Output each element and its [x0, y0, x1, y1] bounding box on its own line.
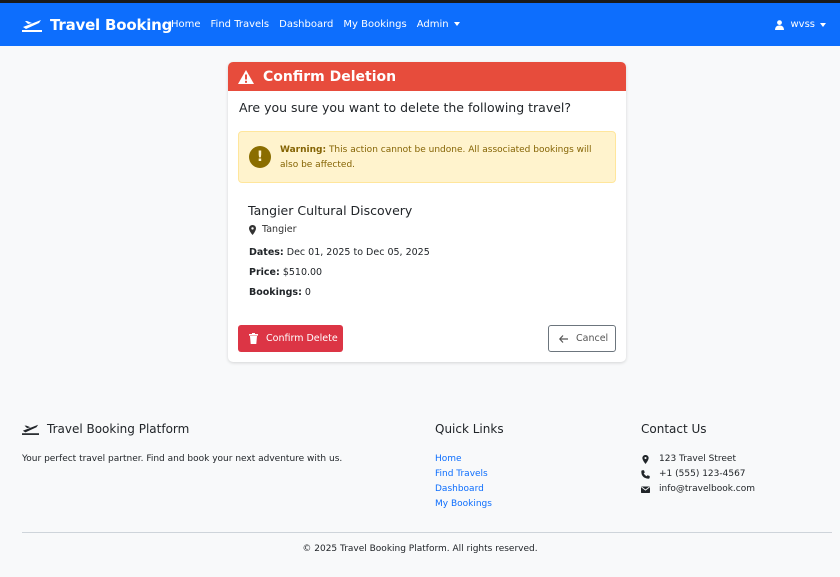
card-title: Confirm Deletion: [263, 68, 397, 85]
user-icon: [775, 19, 785, 30]
nav-find-travels[interactable]: Find Travels: [211, 19, 270, 30]
quick-links-title: Quick Links: [435, 422, 504, 436]
travel-price: Price: $510.00: [249, 267, 322, 278]
travel-location: Tangier: [249, 224, 297, 235]
footer-description: Your perfect travel partner. Find and bo…: [22, 454, 343, 464]
navbar-brand[interactable]: Travel Booking: [22, 3, 172, 46]
bookings-label: Bookings:: [249, 287, 302, 298]
price-value: $510.00: [282, 267, 323, 278]
nav-my-bookings[interactable]: My Bookings: [343, 19, 406, 30]
contact-address: 123 Travel Street: [641, 454, 736, 464]
confirm-deletion-card: Confirm Deletion Are you sure you want t…: [228, 62, 626, 362]
card-header: Confirm Deletion: [228, 62, 626, 91]
footer-link-home[interactable]: Home: [435, 454, 462, 464]
nav-home[interactable]: Home: [171, 19, 201, 30]
footer-link-my-bookings[interactable]: My Bookings: [435, 499, 492, 509]
confirm-delete-label: Confirm Delete: [266, 333, 338, 344]
confirm-delete-button[interactable]: Confirm Delete: [238, 325, 343, 352]
phone-icon: [641, 469, 650, 479]
warning-text: This action cannot be undone. All associ…: [280, 145, 592, 170]
dates-label: Dates:: [249, 247, 284, 258]
email-text: info@travelbook.com: [659, 484, 756, 494]
travel-bookings: Bookings: 0: [249, 287, 311, 298]
trash-icon: [249, 333, 258, 344]
nav-admin-label: Admin: [416, 19, 449, 30]
warning-label: Warning:: [280, 145, 327, 155]
footer-link-find-travels[interactable]: Find Travels: [435, 469, 488, 479]
price-label: Price:: [249, 267, 280, 278]
map-marker-icon: [249, 224, 256, 235]
cancel-label: Cancel: [576, 333, 609, 344]
warning-message: Warning: This action cannot be undone. A…: [280, 143, 610, 173]
location-text: Tangier: [262, 224, 297, 235]
envelope-icon: [641, 486, 650, 493]
nav-links: Home Find Travels Dashboard My Bookings …: [171, 3, 470, 46]
contact-phone: +1 (555) 123-4567: [641, 469, 746, 479]
confirm-question: Are you sure you want to delete the foll…: [239, 100, 572, 115]
travel-dates: Dates: Dec 01, 2025 to Dec 05, 2025: [249, 247, 430, 258]
warning-alert: ! Warning: This action cannot be undone.…: [238, 131, 616, 183]
contact-title: Contact Us: [641, 422, 707, 436]
chevron-down-icon: [453, 22, 460, 26]
username: wvss: [790, 19, 815, 30]
brand-title: Travel Booking: [50, 15, 173, 34]
bookings-value: 0: [304, 287, 311, 298]
warning-icon: [238, 69, 254, 84]
footer-brand: Travel Booking Platform: [22, 422, 189, 436]
phone-text: +1 (555) 123-4567: [659, 469, 746, 479]
navbar: Travel Booking Home Find Travels Dashboa…: [0, 3, 840, 46]
dates-value: Dec 01, 2025 to Dec 05, 2025: [286, 247, 430, 258]
chevron-down-icon: [820, 22, 826, 27]
plane-icon: [22, 19, 42, 32]
contact-email: info@travelbook.com: [641, 484, 755, 494]
map-marker-icon: [642, 454, 649, 464]
address-text: 123 Travel Street: [659, 454, 737, 464]
user-menu[interactable]: wvss: [775, 3, 826, 46]
copyright: © 2025 Travel Booking Platform. All righ…: [302, 544, 538, 554]
footer-divider: [22, 532, 832, 533]
nav-admin-dropdown[interactable]: Admin: [417, 19, 460, 30]
nav-dashboard[interactable]: Dashboard: [279, 19, 333, 30]
cancel-button[interactable]: Cancel: [548, 325, 616, 352]
footer-title: Travel Booking Platform: [47, 422, 190, 436]
footer-link-dashboard[interactable]: Dashboard: [435, 484, 484, 494]
travel-name: Tangier Cultural Discovery: [248, 203, 413, 218]
exclamation-icon: !: [249, 146, 271, 168]
arrow-left-icon: [559, 334, 568, 343]
plane-icon: [22, 424, 39, 435]
